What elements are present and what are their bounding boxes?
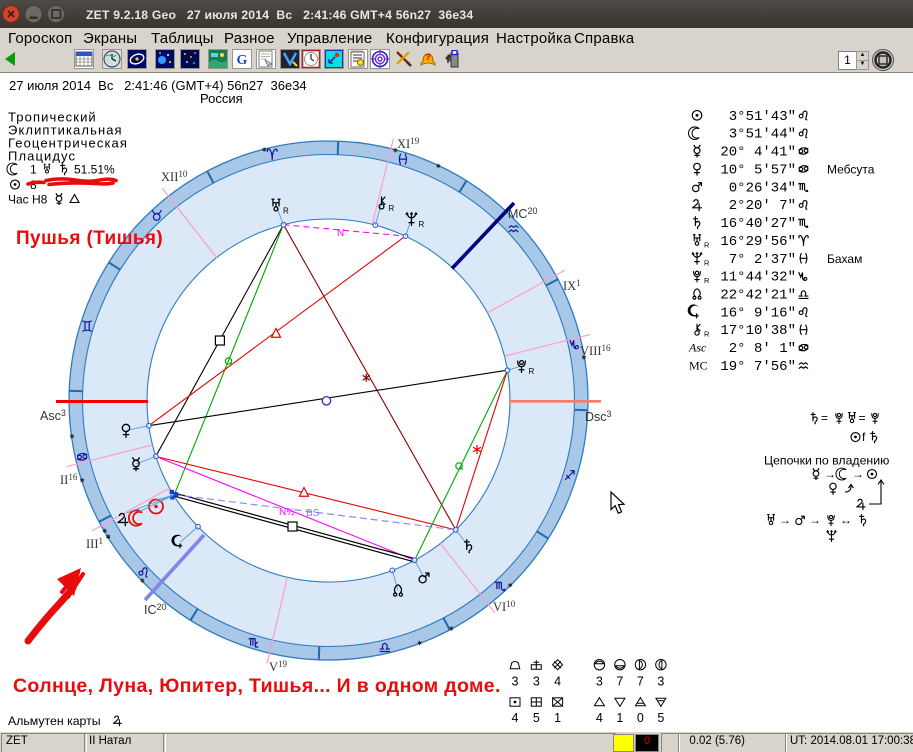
svg-text:1: 1 xyxy=(554,711,561,725)
svg-text:R: R xyxy=(704,240,710,249)
svg-text:Мебсута: Мебсута xyxy=(827,162,875,176)
svg-text:IC20: IC20 xyxy=(144,602,167,617)
svg-text:=: = xyxy=(821,411,828,425)
svg-text:2°20' 7": 2°20' 7" xyxy=(729,198,796,214)
svg-text:51.51%: 51.51% xyxy=(74,163,115,177)
svg-text:Asc: Asc xyxy=(688,341,707,355)
svg-text:16°29'56": 16°29'56" xyxy=(720,234,796,250)
svg-text:22°42'21": 22°42'21" xyxy=(720,288,796,304)
svg-text:3: 3 xyxy=(596,674,603,688)
svg-text:R: R xyxy=(389,204,395,213)
svg-text:3°51'44": 3°51'44" xyxy=(729,127,796,143)
svg-text:4: 4 xyxy=(596,711,603,725)
svg-text:→: → xyxy=(852,467,864,481)
svg-text:V19: V19 xyxy=(269,659,288,674)
svg-text:Альмутен карты: Альмутен карты xyxy=(8,714,101,728)
svg-text:f: f xyxy=(862,430,866,444)
svg-text:Цепочки по владению: Цепочки по владению xyxy=(764,454,889,468)
svg-text:→: → xyxy=(809,513,821,527)
svg-text:XI19: XI19 xyxy=(397,136,420,151)
svg-text:3°51'43": 3°51'43" xyxy=(729,109,796,125)
svg-text:Бахам: Бахам xyxy=(827,252,862,266)
svg-text:4: 4 xyxy=(554,674,561,688)
svg-text:R: R xyxy=(704,258,710,267)
svg-text:7: 7 xyxy=(616,674,623,688)
svg-text:R: R xyxy=(419,220,425,229)
svg-text:11°44'32": 11°44'32" xyxy=(720,270,796,286)
svg-text:2° 8' 1": 2° 8' 1" xyxy=(729,341,796,357)
svg-text:→: → xyxy=(779,513,791,527)
svg-text:3: 3 xyxy=(657,674,664,688)
svg-text:Dsc3: Dsc3 xyxy=(585,409,612,424)
svg-text:BS: BS xyxy=(306,508,320,519)
svg-text:Солнце, Луна, Юпитер, Тишья...: Солнце, Луна, Юпитер, Тишья... И в одном… xyxy=(13,675,501,697)
svg-text:0°26'34": 0°26'34" xyxy=(729,180,796,196)
svg-text:VI10: VI10 xyxy=(493,599,516,614)
svg-text:R: R xyxy=(529,367,535,376)
svg-text:R: R xyxy=(704,330,710,339)
svg-text:Час H8: Час H8 xyxy=(8,193,48,207)
svg-text:7: 7 xyxy=(637,674,644,688)
svg-text:4: 4 xyxy=(512,711,519,725)
svg-text:16°40'27": 16°40'27" xyxy=(720,216,796,232)
svg-text:MC20: MC20 xyxy=(508,206,537,221)
svg-text:10° 5'57": 10° 5'57" xyxy=(720,162,796,178)
svg-text:=: = xyxy=(859,411,866,425)
svg-text:0: 0 xyxy=(637,711,644,725)
svg-text:1: 1 xyxy=(616,711,623,725)
svg-text:IX1: IX1 xyxy=(563,278,581,293)
svg-text:N: N xyxy=(337,228,344,239)
svg-text:R: R xyxy=(283,207,289,216)
svg-text:R: R xyxy=(704,276,710,285)
svg-text:III1: III1 xyxy=(86,536,103,551)
svg-text:→: → xyxy=(824,467,836,481)
svg-text:VIII16: VIII16 xyxy=(580,343,611,358)
svg-text:16° 9'16": 16° 9'16" xyxy=(720,305,796,321)
svg-text:MC: MC xyxy=(689,359,708,373)
svg-text:3: 3 xyxy=(533,674,540,688)
svg-text:5: 5 xyxy=(657,711,664,725)
svg-text:II16: II16 xyxy=(60,472,78,487)
svg-text:XII10: XII10 xyxy=(161,169,188,184)
svg-text:Плацидус: Плацидус xyxy=(8,149,76,164)
svg-text:19° 7'56": 19° 7'56" xyxy=(720,359,796,375)
svg-text:20° 4'41": 20° 4'41" xyxy=(720,145,796,161)
svg-text:Пушья (Тишья): Пушья (Тишья) xyxy=(16,228,163,249)
svg-text:N½: N½ xyxy=(279,507,295,518)
svg-text:↔: ↔ xyxy=(840,513,852,527)
svg-text:1: 1 xyxy=(30,163,37,177)
svg-text:Asc3: Asc3 xyxy=(40,408,66,423)
svg-text:17°10'38": 17°10'38" xyxy=(720,323,796,339)
svg-text:5: 5 xyxy=(533,711,540,725)
svg-text:3: 3 xyxy=(512,674,519,688)
svg-text:7° 2'37": 7° 2'37" xyxy=(729,252,796,268)
